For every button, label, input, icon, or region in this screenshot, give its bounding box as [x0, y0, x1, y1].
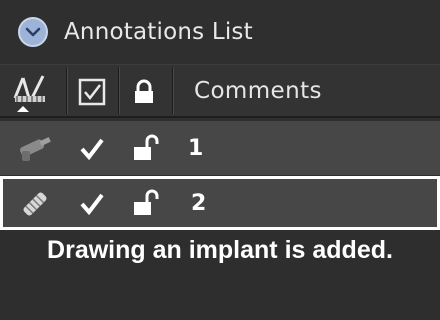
unlock-icon — [134, 134, 159, 160]
annotation-row-selected[interactable]: 2 — [0, 176, 440, 230]
row-comment: 1 — [188, 136, 204, 161]
column-divider — [172, 67, 173, 114]
collapse-button[interactable] — [18, 17, 48, 47]
column-header: Comments — [0, 64, 440, 118]
annotation-tool-icon — [13, 75, 45, 112]
comments-column-header[interactable]: Comments — [194, 65, 322, 117]
row-lock-toggle[interactable] — [124, 182, 168, 224]
row-comment: 2 — [191, 191, 207, 216]
panel-header: Annotations List — [0, 0, 440, 64]
panel-title: Annotations List — [64, 19, 253, 45]
checkbox-checked-icon — [78, 78, 106, 106]
row-visible-toggle[interactable] — [72, 129, 112, 167]
lock-icon — [135, 79, 153, 103]
annotation-row[interactable]: 1 — [0, 121, 440, 175]
checkmark-icon — [80, 193, 104, 215]
row-visible-toggle[interactable] — [72, 184, 112, 222]
column-divider — [118, 67, 119, 114]
drill-icon — [19, 137, 51, 161]
row-lock-toggle[interactable] — [124, 127, 168, 169]
status-message: Drawing an implant is added. — [47, 236, 393, 264]
implant-icon — [23, 192, 47, 216]
checkmark-icon — [80, 138, 104, 160]
column-divider — [66, 67, 67, 114]
unlock-icon — [134, 189, 159, 215]
lock-column-header[interactable] — [122, 71, 166, 113]
row-tool-cell — [14, 128, 54, 168]
visible-column-header[interactable] — [70, 71, 114, 113]
chevron-down-icon — [25, 27, 41, 37]
tool-column-header[interactable] — [6, 69, 52, 115]
row-tool-cell — [15, 184, 55, 224]
